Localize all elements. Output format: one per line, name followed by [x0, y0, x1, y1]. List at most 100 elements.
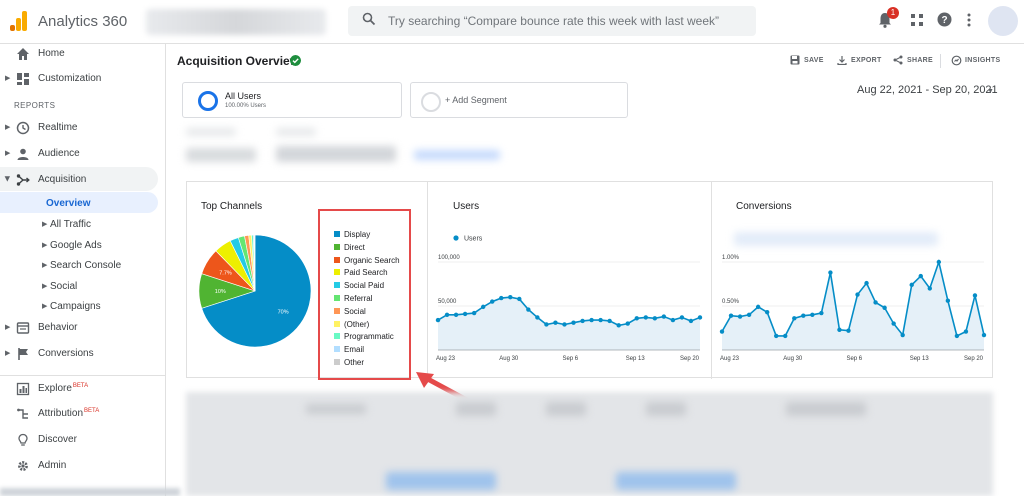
data-point[interactable]: [746, 312, 752, 317]
data-point[interactable]: [837, 327, 842, 332]
data-point[interactable]: [728, 313, 734, 318]
data-point[interactable]: [900, 332, 905, 338]
data-point[interactable]: [697, 315, 703, 320]
account-selector[interactable]: [146, 9, 326, 35]
data-point[interactable]: [462, 311, 468, 317]
search-input[interactable]: Try searching “Compare bounce rate this …: [348, 6, 756, 36]
data-point[interactable]: [571, 320, 576, 325]
data-point[interactable]: [855, 292, 860, 297]
export-button[interactable]: EXPORT: [837, 56, 882, 65]
sidebar-item-label: ExploreBETA: [38, 383, 88, 394]
apps-grid-icon[interactable]: [911, 14, 923, 26]
data-point[interactable]: [909, 282, 914, 288]
date-range-picker[interactable]: Aug 22, 2021 - Sep 20, 2021: [857, 84, 998, 96]
sidebar-item-attribution[interactable]: AttributionBETA: [0, 402, 166, 426]
share-button[interactable]: SHARE: [893, 55, 933, 65]
data-point[interactable]: [792, 316, 797, 321]
data-point[interactable]: [963, 329, 969, 334]
help-icon[interactable]: ?: [937, 12, 952, 27]
data-point[interactable]: [607, 318, 612, 324]
analytics-logo-icon[interactable]: [10, 11, 28, 31]
data-point[interactable]: [864, 280, 869, 286]
blurred-filter-select[interactable]: [186, 148, 256, 162]
data-point[interactable]: [652, 316, 658, 321]
sidebar-item-discover[interactable]: Discover: [0, 428, 166, 452]
blurred-filter-select[interactable]: [276, 146, 396, 162]
x-tick-label: Sep 13: [910, 356, 930, 362]
sidebar-item-behavior[interactable]: ▶ Behavior: [0, 316, 166, 340]
add-segment-button[interactable]: + Add Segment: [410, 82, 628, 118]
sidebar-item-customization[interactable]: ▶ Customization: [0, 67, 166, 91]
data-point[interactable]: [918, 273, 923, 279]
data-point[interactable]: [517, 296, 522, 302]
data-point[interactable]: [661, 314, 667, 319]
data-point[interactable]: [882, 305, 887, 310]
data-point[interactable]: [819, 310, 824, 316]
data-point[interactable]: [625, 321, 630, 326]
sidebar-item-audience[interactable]: ▶ Audience: [0, 142, 166, 166]
data-point[interactable]: [589, 317, 594, 323]
data-point[interactable]: [670, 317, 676, 323]
insights-button[interactable]: INSIGHTS: [951, 55, 1000, 66]
blurred-filter-link[interactable]: [414, 150, 500, 160]
data-point[interactable]: [783, 333, 788, 339]
data-point[interactable]: [598, 317, 603, 323]
save-button[interactable]: SAVE: [790, 55, 824, 65]
data-point[interactable]: [580, 318, 585, 324]
data-point[interactable]: [499, 295, 504, 301]
data-point[interactable]: [954, 333, 960, 339]
users-line-chart[interactable]: 100,000 50,000 Aug 23 Aug 30 Sep 6 Sep 13 Sep …: [432, 228, 708, 364]
data-point[interactable]: [490, 299, 495, 304]
data-point[interactable]: [719, 329, 725, 334]
blurred-comparison-select[interactable]: [734, 232, 938, 246]
data-point[interactable]: [453, 312, 459, 317]
sidebar-item-home[interactable]: Home: [0, 42, 166, 66]
data-point[interactable]: [616, 323, 621, 328]
data-point[interactable]: [801, 313, 806, 318]
data-point[interactable]: [562, 322, 567, 327]
data-point[interactable]: [688, 318, 694, 324]
data-point[interactable]: [480, 304, 486, 310]
more-vert-icon[interactable]: [967, 13, 971, 27]
data-point[interactable]: [972, 293, 978, 298]
data-point[interactable]: [828, 270, 833, 275]
data-point[interactable]: [471, 310, 477, 316]
account-avatar[interactable]: [988, 6, 1018, 36]
data-point[interactable]: [553, 320, 558, 325]
data-point[interactable]: [508, 295, 513, 300]
data-point[interactable]: [774, 333, 779, 339]
data-point[interactable]: [810, 312, 815, 317]
data-point[interactable]: [544, 322, 549, 327]
data-point[interactable]: [846, 328, 851, 333]
data-point[interactable]: [936, 259, 942, 265]
legend-swatch: [334, 359, 340, 365]
x-tick-label: Sep 20: [964, 356, 984, 362]
data-point[interactable]: [927, 286, 932, 291]
sidebar-item-conversions[interactable]: ▶ Conversions: [0, 342, 166, 366]
top-channels-pie-chart[interactable]: 70% 10% 7.7%: [196, 232, 314, 350]
data-point[interactable]: [755, 304, 761, 310]
chevron-down-icon[interactable]: ▼: [987, 88, 994, 95]
segment-all-users[interactable]: All Users 100.00% Users: [182, 82, 402, 118]
data-point[interactable]: [945, 298, 951, 303]
data-point[interactable]: [737, 314, 743, 319]
data-point[interactable]: [873, 300, 878, 305]
data-point[interactable]: [435, 317, 441, 323]
beta-badge: BETA: [84, 408, 100, 414]
data-point[interactable]: [679, 315, 685, 320]
sidebar-item-admin[interactable]: Admin: [0, 454, 166, 478]
data-point[interactable]: [444, 312, 450, 317]
data-point[interactable]: [643, 315, 648, 320]
data-point[interactable]: [634, 316, 639, 321]
data-point[interactable]: [891, 321, 896, 326]
sidebar-item-realtime[interactable]: ▶ Realtime: [0, 116, 166, 140]
data-point[interactable]: [526, 307, 531, 312]
data-point[interactable]: [981, 332, 987, 338]
data-point[interactable]: [535, 315, 540, 320]
sidebar-item-explore[interactable]: ExploreBETA: [0, 377, 166, 401]
app-title[interactable]: Analytics 360: [38, 13, 127, 30]
explore-label: Explore: [38, 383, 72, 394]
sidebar-item-acquisition[interactable]: ▶ Acquisition: [0, 168, 166, 192]
data-point[interactable]: [764, 309, 770, 315]
conversions-line-chart[interactable]: 1.00% 0.50% Aug 23 Aug 30 Sep 6 Sep 13 Sep 20: [716, 228, 992, 364]
